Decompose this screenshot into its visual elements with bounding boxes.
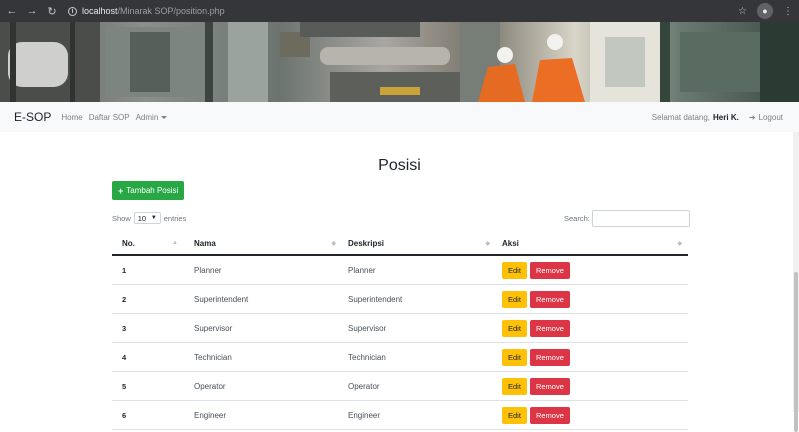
header-no-label: No. — [122, 238, 135, 248]
table-row: 2 Superintendent Superintendent Edit Remo… — [112, 285, 688, 314]
remove-button[interactable]: Remove — [529, 319, 570, 337]
cell-nama: Technician — [194, 352, 232, 362]
cell-aksi: Edit Remove — [496, 348, 688, 366]
hero-banner-image — [0, 22, 799, 102]
nav-admin-dropdown[interactable]: Admin — [136, 113, 168, 122]
bookmark-star-icon[interactable]: ☆ — [738, 6, 747, 17]
sort-icon: ◆ — [331, 240, 336, 247]
remove-button[interactable]: Remove — [529, 406, 570, 424]
cell-deskripsi: Technician — [348, 352, 386, 362]
logout-link[interactable]: ➜ Logout — [749, 113, 783, 122]
cell-aksi: Edit Remove — [496, 406, 688, 424]
page-scrollbar[interactable] — [793, 132, 799, 432]
table-row: 3 Supervisor Supervisor Edit Remove — [112, 314, 688, 343]
forward-icon[interactable]: → — [24, 5, 40, 17]
table-row: 5 Operator Operator Edit Remove — [112, 372, 688, 401]
table-header: No. ▲ Nama ◆ Deskripsi ◆ Aksi ◆ — [112, 232, 688, 256]
cell-aksi: Edit Remove — [496, 261, 688, 279]
header-deskripsi[interactable]: Deskripsi ◆ — [342, 231, 496, 255]
edit-button[interactable]: Edit — [502, 377, 527, 395]
entries-value: 10 — [137, 213, 147, 223]
cell-no: 3 — [122, 323, 127, 333]
table-row: 6 Engineer Engineer Edit Remove — [112, 401, 688, 430]
browser-toolbar: ← → ↻ i localhost/Minarak SOP/position.p… — [0, 0, 799, 22]
show-label: Show — [112, 213, 131, 223]
url-path: /Minarak SOP/position.php — [117, 6, 225, 16]
table-search: Search: — [564, 210, 690, 227]
cell-deskripsi: Superintendent — [348, 294, 403, 304]
remove-button[interactable]: Remove — [529, 348, 570, 366]
sort-icon: ◆ — [677, 240, 682, 247]
add-position-label: Tambah Posisi — [126, 186, 179, 195]
address-bar[interactable]: i localhost/Minarak SOP/position.php — [68, 3, 225, 19]
menu-dots-icon[interactable]: ⋮ — [783, 6, 793, 17]
cell-nama: Planner — [194, 265, 222, 275]
cell-deskripsi: Operator — [348, 381, 380, 391]
cell-no: 5 — [122, 381, 127, 391]
user-name: Heri K. — [713, 112, 739, 122]
page-title: Posisi — [378, 157, 421, 174]
industrial-plant-image — [0, 22, 799, 102]
chevron-down-icon: ▼ — [150, 215, 157, 221]
top-navbar: E-SOP Home Daftar SOP Admin Selamat data… — [0, 102, 799, 132]
profile-avatar-icon[interactable]: ● — [757, 3, 773, 19]
search-label: Search: — [564, 214, 590, 223]
greeting-text: Selamat datang, — [651, 112, 711, 122]
header-no[interactable]: No. ▲ — [112, 231, 184, 255]
remove-button[interactable]: Remove — [529, 261, 570, 279]
table-row: 4 Technician Technician Edit Remove — [112, 343, 688, 372]
header-aksi[interactable]: Aksi ◆ — [496, 231, 688, 255]
cell-no: 4 — [122, 352, 127, 362]
positions-table: No. ▲ Nama ◆ Deskripsi ◆ Aksi ◆ 1 Planner Pl… — [112, 232, 688, 430]
cell-deskripsi: Supervisor — [348, 323, 387, 333]
nav-daftar-sop[interactable]: Daftar SOP — [89, 113, 130, 122]
reload-icon[interactable]: ↻ — [44, 5, 60, 18]
brand-logo[interactable]: E-SOP — [14, 110, 51, 124]
edit-button[interactable]: Edit — [502, 261, 527, 279]
sort-asc-icon: ▲ — [172, 240, 178, 246]
cell-nama: Operator — [194, 381, 226, 391]
table-row: 1 Planner Planner Edit Remove — [112, 256, 688, 285]
cell-aksi: Edit Remove — [496, 377, 688, 395]
cell-nama: Superintendent — [194, 294, 249, 304]
sort-icon: ◆ — [485, 240, 490, 247]
caret-down-icon — [161, 115, 168, 119]
url-host: localhost — [82, 6, 118, 16]
header-aksi-label: Aksi — [502, 238, 519, 248]
back-icon[interactable]: ← — [4, 5, 20, 17]
remove-button[interactable]: Remove — [529, 290, 570, 308]
show-entries-control: Show 10 ▼ entries — [112, 212, 186, 224]
cell-deskripsi: Planner — [348, 265, 376, 275]
cell-no: 1 — [122, 265, 127, 275]
edit-button[interactable]: Edit — [502, 290, 527, 308]
cell-no: 2 — [122, 294, 127, 304]
header-nama[interactable]: Nama ◆ — [184, 231, 342, 255]
edit-button[interactable]: Edit — [502, 319, 527, 337]
search-input[interactable] — [591, 210, 690, 227]
entries-select[interactable]: 10 ▼ — [133, 212, 161, 224]
logout-label: Logout — [758, 112, 783, 122]
cell-aksi: Edit Remove — [496, 290, 688, 308]
scrollbar-thumb[interactable] — [794, 272, 798, 432]
remove-button[interactable]: Remove — [529, 377, 570, 395]
logout-icon: ➜ — [748, 112, 756, 122]
entries-label: entries — [163, 213, 187, 223]
plus-icon: + — [118, 185, 124, 196]
cell-aksi: Edit Remove — [496, 319, 688, 337]
add-position-button[interactable]: + Tambah Posisi — [112, 181, 185, 200]
nav-admin-label: Admin — [135, 112, 159, 122]
header-deskripsi-label: Deskripsi — [348, 238, 385, 248]
edit-button[interactable]: Edit — [502, 348, 527, 366]
nav-home[interactable]: Home — [61, 113, 82, 122]
header-nama-label: Nama — [194, 238, 216, 248]
site-info-icon[interactable]: i — [68, 6, 77, 16]
edit-button[interactable]: Edit — [502, 406, 527, 424]
cell-nama: Supervisor — [194, 323, 233, 333]
